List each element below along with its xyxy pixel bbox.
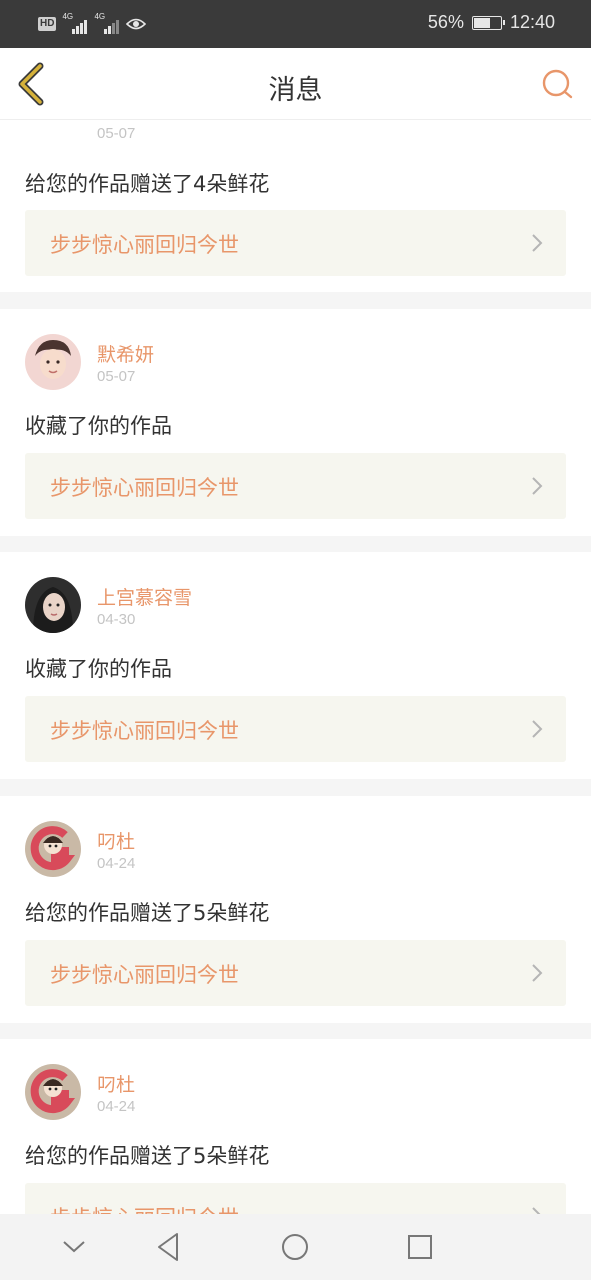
battery-icon	[471, 15, 505, 30]
work-title: 步步惊心丽回归今世	[50, 233, 239, 257]
message-action: 收藏了你的作品	[25, 414, 172, 438]
page-title: 消息	[268, 75, 323, 106]
chevron-right-icon	[532, 964, 543, 982]
clock: 12:40	[509, 12, 555, 32]
message-date: 04-24	[97, 855, 136, 872]
chevron-right-icon	[532, 1207, 541, 1214]
work-link[interactable]: 步步惊心丽回归今世	[25, 210, 566, 276]
username[interactable]: 叼杜	[97, 827, 135, 854]
message-action: 给您的作品赠送了4朵鲜花	[25, 172, 270, 196]
username[interactable]: 默希妍	[97, 340, 154, 367]
chevron-down-icon	[63, 1241, 85, 1253]
chevron-right-icon	[532, 720, 543, 738]
avatar[interactable]	[25, 1064, 81, 1120]
work-link[interactable]: 步步惊心丽回归今世	[25, 1183, 566, 1214]
message-card: 叼杜 04-24 给您的作品赠送了5朵鲜花 步步惊心丽回归今世	[0, 796, 591, 1023]
signal-icon-2: 4G	[94, 12, 120, 34]
message-card: 05-07 给您的作品赠送了4朵鲜花 步步惊心丽回归今世	[0, 120, 591, 292]
message-date: 05-07	[97, 368, 136, 385]
hd-badge: HD	[38, 17, 57, 31]
work-title: 步步惊心丽回归今世	[50, 719, 239, 743]
work-title: 步步惊心丽回归今世	[50, 476, 239, 500]
work-link[interactable]: 步步惊心丽回归今世	[25, 940, 566, 1006]
message-date: 04-24	[97, 1098, 136, 1115]
eye-icon	[126, 18, 147, 30]
message-action: 收藏了你的作品	[25, 657, 172, 681]
message-date: 04-30	[97, 611, 136, 628]
system-nav-bar	[0, 1214, 591, 1280]
username[interactable]: 叼杜	[97, 1070, 135, 1097]
triangle-back-icon	[158, 1233, 178, 1261]
search-button[interactable]	[539, 66, 575, 102]
avatar[interactable]	[25, 821, 81, 877]
work-title: 步步惊心丽回归今世	[50, 1202, 239, 1214]
chevron-right-icon	[532, 234, 543, 252]
status-bar: HD 4G 4G 56% 12:40	[0, 0, 591, 48]
message-action: 给您的作品赠送了5朵鲜花	[25, 1144, 270, 1168]
hide-nav-button[interactable]	[58, 1231, 90, 1263]
system-recents-button[interactable]	[404, 1231, 436, 1263]
system-back-button[interactable]	[153, 1231, 185, 1263]
circle-home-icon	[282, 1234, 308, 1260]
avatar[interactable]	[25, 577, 81, 633]
signal-icon: 4G	[62, 12, 88, 34]
message-card: 默希妍 05-07 收藏了你的作品 步步惊心丽回归今世	[0, 309, 591, 536]
avatar[interactable]	[25, 334, 81, 390]
status-icons-left: HD 4G 4G	[38, 12, 147, 34]
system-home-button[interactable]	[279, 1231, 311, 1263]
message-card: 叼杜 04-24 给您的作品赠送了5朵鲜花 步步惊心丽回归今世	[0, 1039, 591, 1214]
work-title: 步步惊心丽回归今世	[50, 963, 239, 987]
message-action: 给您的作品赠送了5朵鲜花	[25, 901, 270, 925]
message-list[interactable]: 05-07 给您的作品赠送了4朵鲜花 步步惊心丽回归今世 默希妍 05-07 收…	[0, 120, 591, 1214]
work-link[interactable]: 步步惊心丽回归今世	[25, 453, 566, 519]
username[interactable]: 上宫慕容雪	[97, 583, 192, 610]
work-link[interactable]: 步步惊心丽回归今世	[25, 696, 566, 762]
square-recent-icon	[408, 1235, 432, 1259]
chevron-right-icon	[532, 477, 543, 495]
header: 消息	[0, 48, 591, 120]
message-card: 上宫慕容雪 04-30 收藏了你的作品 步步惊心丽回归今世	[0, 552, 591, 779]
search-icon	[542, 69, 573, 99]
status-icons-right: 56% 12:40	[428, 12, 555, 33]
battery-percent: 56%	[427, 12, 464, 32]
message-date: 05-07	[97, 125, 136, 142]
